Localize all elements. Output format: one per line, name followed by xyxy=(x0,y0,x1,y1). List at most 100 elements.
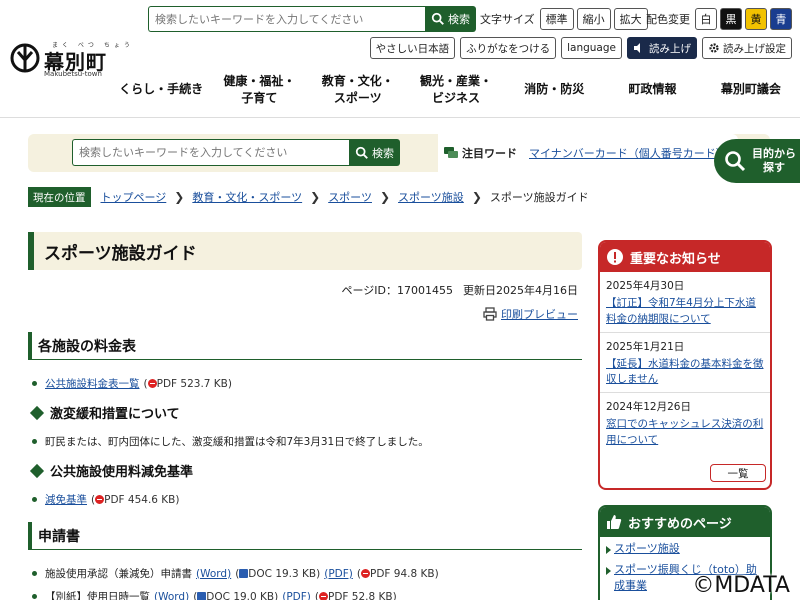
color-blue-button[interactable]: 青 xyxy=(770,8,792,30)
breadcrumb-item[interactable]: スポーツ施設 xyxy=(398,189,464,205)
gear-icon xyxy=(709,43,719,53)
file-meta: (PDF 52.8 KB) xyxy=(314,590,397,600)
notice-item: 2025年4月30日 【訂正】令和7年4月分上下水道料金の納期限について xyxy=(600,272,770,333)
easy-japanese-button[interactable]: やさしい日本語 xyxy=(369,37,456,59)
schedule-word-link[interactable]: (Word) xyxy=(154,591,189,600)
nav-item-government[interactable]: 町政情報 xyxy=(603,70,701,110)
pdf-icon xyxy=(360,569,370,578)
header-search-input[interactable] xyxy=(148,6,425,32)
language-button[interactable]: language xyxy=(561,37,622,59)
notice-date: 2025年4月30日 xyxy=(606,280,685,292)
bullet-icon xyxy=(32,439,37,444)
color-yellow-button[interactable]: 黄 xyxy=(745,8,767,30)
band-search-input[interactable] xyxy=(72,139,349,166)
thumbs-up-icon xyxy=(607,515,622,529)
breadcrumb: 現在の位置 トップページ ❯ 教育・文化・スポーツ ❯ スポーツ ❯ スポーツ施… xyxy=(28,187,589,207)
recommended-header: おすすめのページ xyxy=(600,507,770,537)
read-aloud-button[interactable]: 読み上げ xyxy=(627,37,697,59)
notice-link[interactable]: 【延長】水道料金の基本料金を徴収しません xyxy=(606,357,764,389)
page-title: スポーツ施設ガイド xyxy=(44,243,197,264)
breadcrumb-last: スポーツ施設ガイド xyxy=(489,191,589,204)
nav-item-living[interactable]: くらし・手続き xyxy=(112,70,210,110)
page-id: ページID：17001455 xyxy=(341,284,453,297)
furigana-button[interactable]: ふりがなをつける xyxy=(460,37,557,59)
logo-subtitle: Makubetsu-town xyxy=(44,70,102,78)
nav-item-assembly[interactable]: 幕別町議会 xyxy=(702,70,800,110)
notice-link[interactable]: 窓口でのキャッシュレス決済の利用について xyxy=(606,417,764,449)
global-nav: くらし・手続き 健康・福祉・ 子育て 教育・文化・ スポーツ 観光・産業・ ビジネス … xyxy=(112,70,800,110)
accessibility-toolbar: やさしい日本語 ふりがなをつける language 読み上げ 読み上げ設定 xyxy=(369,37,792,59)
chevron-right-icon: ❯ xyxy=(471,190,482,204)
town-emblem-icon xyxy=(10,43,40,73)
attention-link[interactable]: マイナンバーカード（個人番号カード） xyxy=(529,145,727,161)
notice-list-button[interactable]: 一覧 xyxy=(710,464,766,482)
notice-header: 重要なお知らせ xyxy=(600,242,770,272)
nav-label: 幕別町議会 xyxy=(720,82,781,97)
breadcrumb-item[interactable]: トップページ xyxy=(101,189,167,205)
print-preview-link[interactable]: 印刷プレビュー xyxy=(483,306,578,322)
file-meta: (DOC 19.3 KB) xyxy=(235,567,321,580)
notice-item: 2024年12月26日 窓口でのキャッシュレス決済の利用について xyxy=(600,393,770,453)
exclamation-icon xyxy=(607,249,623,265)
search-icon xyxy=(725,151,746,172)
nav-label: くらし・手続き xyxy=(119,82,204,97)
bullet-icon xyxy=(32,381,37,386)
nav-label: 教育・文化・ スポーツ xyxy=(321,73,394,105)
print-preview-label: 印刷プレビュー xyxy=(501,308,578,321)
breadcrumb-item[interactable]: スポーツ xyxy=(328,189,372,205)
page-meta: ページID：17001455 更新日2025年4月16日 xyxy=(342,282,578,298)
search-by-purpose-button[interactable]: 目的から 探す xyxy=(714,139,800,183)
pdf-icon xyxy=(318,592,328,600)
section-reduction-heading: 公共施設使用料減免基準 xyxy=(28,461,193,480)
color-change-label: 配色変更 xyxy=(646,13,690,26)
bullet-icon xyxy=(32,497,37,502)
color-white-button[interactable]: 白 xyxy=(695,8,717,30)
application-form-text: 施設使用承認（兼減免）申請書 xyxy=(45,568,192,580)
site-header: まく べつ ちょう 幕別町 Makubetsu-town 検索 文字サイズ 標準… xyxy=(0,0,800,118)
recommended-link[interactable]: スポーツ施設 xyxy=(614,541,680,558)
bullet-icon xyxy=(32,571,37,576)
reduction-standard-link[interactable]: 減免基準 xyxy=(45,492,87,507)
nav-item-health[interactable]: 健康・福祉・ 子育て xyxy=(210,70,308,110)
nav-label: 町政情報 xyxy=(628,82,677,97)
application-pdf-link[interactable]: (PDF) xyxy=(324,568,353,580)
band-search: 検索 xyxy=(72,139,400,166)
read-settings-button[interactable]: 読み上げ設定 xyxy=(702,37,792,59)
pdf-icon xyxy=(147,379,157,388)
breadcrumb-item[interactable]: 教育・文化・スポーツ xyxy=(192,189,302,205)
band-search-button[interactable]: 検索 xyxy=(349,139,400,166)
pdf-icon xyxy=(95,495,105,504)
header-search-button[interactable]: 検索 xyxy=(425,6,476,32)
nav-item-tourism[interactable]: 観光・産業・ ビジネス xyxy=(407,70,505,110)
schedule-pdf-link[interactable]: (PDF) xyxy=(282,591,311,600)
page-title-box: スポーツ施設ガイド xyxy=(28,232,582,270)
notice-link[interactable]: 【訂正】令和7年4月分上下水道料金の納期限について xyxy=(606,296,764,328)
text-size-large-button[interactable]: 拡大 xyxy=(613,8,648,30)
nav-label: 消防・防災 xyxy=(524,82,585,97)
fee-table-link[interactable]: 公共施設料金表一覧 xyxy=(45,376,140,391)
section-fee-table-heading: 各施設の料金表 xyxy=(28,332,582,360)
diamond-icon xyxy=(29,463,45,478)
list-item: 【別紙】使用日時一覧 (Word) (DOC 19.0 KB) (PDF) (P… xyxy=(32,589,397,600)
text-size-small-button[interactable]: 縮小 xyxy=(576,8,611,30)
chevron-right-icon: ❯ xyxy=(174,190,185,204)
section-mitigation-heading: 激変緩和措置について xyxy=(28,403,180,422)
heading-text: 公共施設使用料減免基準 xyxy=(50,465,194,480)
nav-item-education[interactable]: 教育・文化・ スポーツ xyxy=(309,70,407,110)
nav-item-disaster[interactable]: 消防・防災 xyxy=(505,70,603,110)
list-item: 施設使用承認（兼減免）申請書 (Word) (DOC 19.3 KB) (PDF… xyxy=(32,566,439,581)
important-notice-box: 重要なお知らせ 2025年4月30日 【訂正】令和7年4月分上下水道料金の納期限… xyxy=(598,240,772,490)
search-band: 検索 注目ワード マイナンバーカード（個人番号カード） xyxy=(28,134,770,172)
application-word-link[interactable]: (Word) xyxy=(196,568,231,580)
color-black-button[interactable]: 黒 xyxy=(720,8,742,30)
notice-item: 2025年1月21日 【延長】水道料金の基本料金を徴収しません xyxy=(600,333,770,393)
attention-words: 注目ワード マイナンバーカード（個人番号カード） xyxy=(438,134,738,172)
triangle-right-icon xyxy=(606,566,611,575)
text-size-standard-button[interactable]: 標準 xyxy=(539,8,574,30)
site-logo[interactable]: まく べつ ちょう 幕別町 Makubetsu-town xyxy=(10,40,130,80)
breadcrumb-current-label: 現在の位置 xyxy=(28,187,91,207)
printer-icon xyxy=(483,307,497,321)
list-item: 減免基準 (PDF 454.6 KB) xyxy=(32,492,180,507)
updated-date: 更新日2025年4月16日 xyxy=(463,284,578,297)
notice-date: 2025年1月21日 xyxy=(606,340,685,353)
